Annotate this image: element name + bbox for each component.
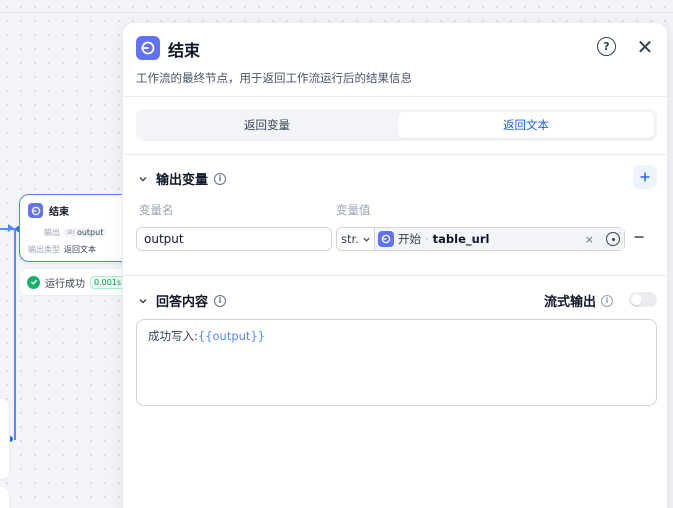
answer-section-title: 回答内容 xyxy=(156,295,209,310)
info-icon[interactable]: i xyxy=(214,294,227,307)
divider xyxy=(123,96,667,97)
variable-value-label: 变量值 xyxy=(336,203,371,217)
variable-value-selector[interactable]: str. 开始 · table_url × xyxy=(336,227,625,251)
crosshair-icon[interactable] xyxy=(606,232,620,246)
panel-title[interactable]: 结束 xyxy=(168,37,200,61)
return-mode-tabs: 返回变量 返回文本 xyxy=(136,109,657,141)
info-icon[interactable]: i xyxy=(214,172,227,185)
variable-name-label: 变量名 xyxy=(139,203,174,217)
divider xyxy=(123,275,667,276)
start-node-icon xyxy=(378,231,394,247)
partial-node-card[interactable] xyxy=(0,398,10,480)
chevron-down-icon[interactable] xyxy=(136,172,150,186)
answer-text: 成功写入: xyxy=(148,329,198,343)
divider xyxy=(123,154,667,155)
question-circle-icon[interactable]: ? xyxy=(597,37,616,56)
node-output-type: str xyxy=(67,229,75,236)
close-icon[interactable]: ✕ xyxy=(635,37,655,57)
node-output-type-key: 输出类型 xyxy=(28,245,60,254)
type-select[interactable]: str. xyxy=(337,228,375,250)
end-node-icon xyxy=(136,36,160,60)
chevron-down-icon[interactable] xyxy=(136,294,150,308)
source-separator: · xyxy=(425,232,429,246)
node-output-key: 输出 xyxy=(44,228,60,237)
run-time-badge: 0.001s xyxy=(90,275,126,289)
output-section-title: 输出变量 xyxy=(156,173,209,188)
tab-return-text[interactable]: 返回文本 xyxy=(398,112,654,138)
stream-output-control: 流式输出 i xyxy=(544,291,614,310)
remove-variable-button[interactable] xyxy=(633,230,649,248)
run-status-label: 运行成功 xyxy=(45,278,85,290)
partial-node-card[interactable] xyxy=(0,486,10,508)
type-select-value: str. xyxy=(341,232,359,246)
add-variable-button[interactable] xyxy=(633,165,657,189)
node-settings-panel: 结束 ? ✕ 工作流的最终节点，用于返回工作流运行后的结果信息 返回变量 返回文… xyxy=(122,22,668,508)
info-icon[interactable]: i xyxy=(601,294,614,307)
node-output-type-row: 输出类型 返回文本 xyxy=(28,244,96,255)
variable-reference-chip[interactable]: 开始 · table_url × xyxy=(375,228,624,250)
answer-content-editor[interactable]: 成功写入:{{output}} xyxy=(136,319,657,406)
panel-description: 工作流的最终节点，用于返回工作流运行后的结果信息 xyxy=(136,71,412,85)
clear-icon[interactable]: × xyxy=(585,233,594,246)
answer-section-header[interactable]: 回答内容 i xyxy=(136,291,227,310)
run-status: 运行成功 0.001s xyxy=(19,268,139,296)
answer-variable-reference[interactable]: {{output}} xyxy=(198,329,265,343)
variable-name-input[interactable]: output xyxy=(136,227,332,251)
chevron-down-icon xyxy=(363,237,370,242)
source-node-name: 开始 xyxy=(398,232,421,246)
end-node-icon xyxy=(28,203,43,218)
node-output-type-value: 返回文本 xyxy=(64,245,96,254)
node-output-row: 输出 str output xyxy=(28,227,107,238)
tab-return-variable[interactable]: 返回变量 xyxy=(139,112,395,138)
end-node-card[interactable]: 结束 输出 str output 输出类型 返回文本 xyxy=(19,194,139,262)
node-title: 结束 xyxy=(49,207,69,218)
edge-line-vertical xyxy=(14,228,16,440)
node-output-value: output xyxy=(76,228,104,237)
source-variable-name: table_url xyxy=(432,232,490,246)
canvas-top-border xyxy=(0,12,673,13)
stream-output-toggle[interactable] xyxy=(629,292,657,307)
check-circle-icon xyxy=(27,275,40,289)
stream-output-label: 流式输出 xyxy=(544,295,597,310)
output-section-header[interactable]: 输出变量 i xyxy=(136,169,227,188)
